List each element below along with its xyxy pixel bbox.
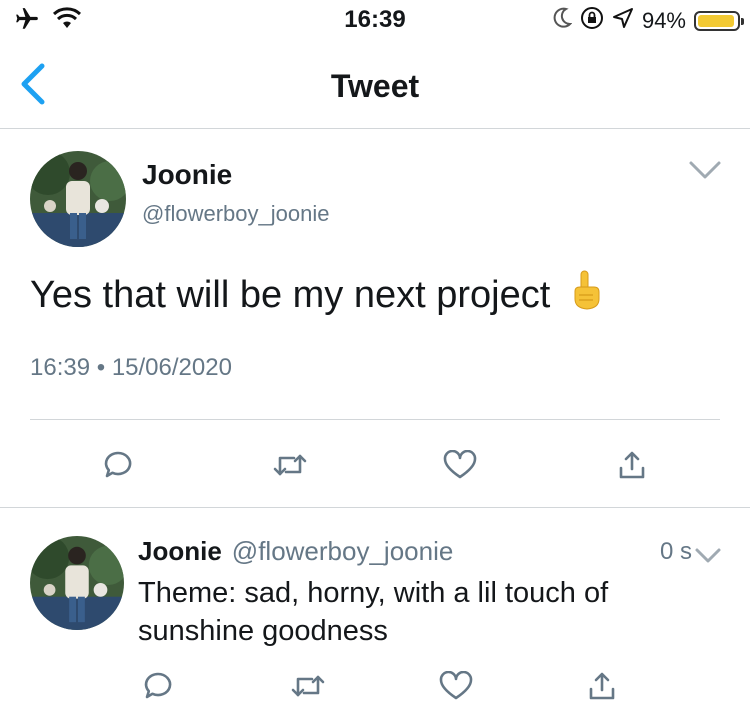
tweet-text: Yes that will be my next project (30, 269, 604, 321)
chevron-down-icon (695, 548, 721, 563)
heart-icon (439, 671, 473, 700)
divider (30, 419, 720, 420)
author-name[interactable]: Joonie (142, 159, 232, 191)
retweet-button[interactable] (266, 441, 314, 489)
battery-icon (694, 11, 744, 31)
share-button[interactable] (578, 662, 626, 710)
retweet-icon (273, 454, 307, 476)
tweet-body: Yes that will be my next project (30, 273, 551, 316)
moon-icon (552, 7, 573, 35)
chevron-down-icon (689, 161, 721, 179)
pointing-up-emoji (568, 269, 604, 321)
share-button[interactable] (608, 441, 656, 489)
like-button[interactable] (436, 441, 484, 489)
tweet-time: 16:39 (30, 354, 91, 381)
heart-icon (443, 450, 477, 479)
share-icon (619, 451, 645, 479)
like-button[interactable] (432, 662, 480, 710)
share-icon (589, 672, 615, 700)
author-name[interactable]: Joonie (138, 536, 222, 567)
tweet-meta: 16:39 • 15/06/2020 (30, 354, 232, 382)
tweet-options-button[interactable] (694, 546, 722, 566)
author-handle[interactable]: @flowerboy_joonie (142, 201, 329, 227)
page-title: Tweet (330, 68, 420, 104)
rotation-lock-icon (580, 6, 604, 36)
reply-button[interactable] (134, 662, 182, 710)
reply-time: 0 s (659, 538, 692, 565)
avatar[interactable] (30, 536, 124, 630)
reply-button[interactable] (94, 441, 142, 489)
tweet-options-button[interactable] (688, 159, 722, 181)
tweet-actions (0, 656, 750, 716)
reply-header: Joonie @flowerboy_joonie (138, 536, 453, 567)
status-right: 94% (552, 6, 744, 36)
battery-percent: 94% (641, 8, 686, 33)
tweet-date: 15/06/2020 (111, 354, 232, 381)
tweet-actions (0, 429, 750, 499)
status-bar: 16:39 94% (0, 0, 750, 40)
reply-tweet[interactable]: Joonie @flowerboy_joonie 0 s Theme: sad,… (0, 508, 750, 718)
main-tweet: Joonie @flowerboy_joonie Yes that will b… (0, 129, 750, 508)
tweet-text: Theme: sad, horny, with a lil touch of s… (138, 577, 609, 647)
avatar[interactable] (30, 151, 126, 247)
author-handle[interactable]: @flowerboy_joonie (232, 536, 454, 567)
meta-separator: • (96, 354, 106, 381)
reply-icon (104, 451, 132, 478)
location-icon (612, 7, 634, 35)
nav-bar: Tweet (0, 40, 750, 129)
reply-icon (144, 672, 172, 699)
retweet-icon (291, 675, 325, 697)
retweet-button[interactable] (284, 662, 332, 710)
battery-fill (698, 15, 734, 27)
